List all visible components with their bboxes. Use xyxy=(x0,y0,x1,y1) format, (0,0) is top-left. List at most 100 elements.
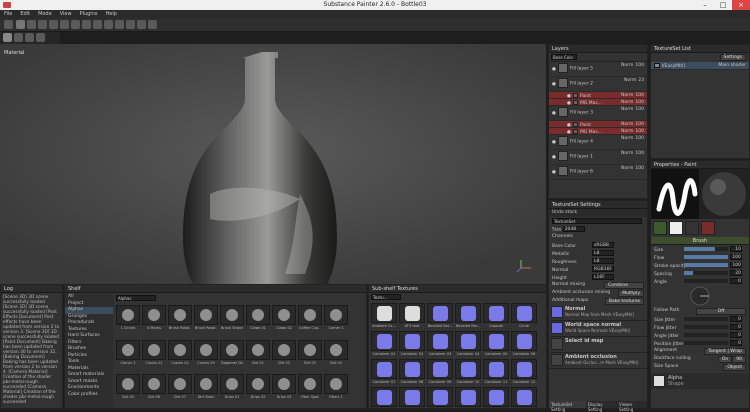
smudge-icon[interactable] xyxy=(60,20,69,29)
layer-opacity[interactable]: 100 xyxy=(635,63,644,68)
subshelf-item[interactable]: Circle xyxy=(511,303,537,328)
alignment-select[interactable]: Tangent | Wrap xyxy=(704,348,746,355)
mask-icon[interactable] xyxy=(137,20,146,29)
subshelf-item[interactable]: Container 12 xyxy=(511,359,537,384)
size-select[interactable]: 2048 xyxy=(562,226,585,232)
subshelf-item[interactable]: Container 16 xyxy=(455,387,481,407)
subshelf-item[interactable]: Container 09 xyxy=(427,359,453,384)
layer-row[interactable]: ● Fill layer 3 100 Norm xyxy=(549,106,647,121)
map-row[interactable]: Normal Normal Map from Mesh VEasyMtl() xyxy=(549,305,647,321)
layer-blend[interactable]: Norm xyxy=(621,129,633,134)
symmetry-icon[interactable] xyxy=(3,33,12,42)
stencil-slot[interactable] xyxy=(685,221,699,235)
shelf-item[interactable]: Dirt 03 xyxy=(298,339,322,365)
textureset-item[interactable]: VEasyMtl() Main shader xyxy=(651,62,749,70)
clone-icon[interactable] xyxy=(71,20,80,29)
map-row[interactable]: World space normal World Space Normals VE… xyxy=(549,321,647,337)
subshelf-item[interactable]: Container 06 xyxy=(511,331,537,356)
shelf-item[interactable]: Fibers 1 xyxy=(324,374,348,399)
shelf-item[interactable]: Claws 01 xyxy=(246,305,270,330)
material-picker-icon[interactable] xyxy=(93,20,102,29)
shelf-item[interactable]: Claws 02 xyxy=(272,305,296,330)
shelf-item[interactable]: Brush Stroke... xyxy=(220,305,244,330)
jitter-slider[interactable] xyxy=(684,333,728,337)
follow-path-toggle[interactable]: Off xyxy=(696,308,746,315)
layer-blend[interactable]: Norm xyxy=(621,107,633,112)
layer-blend[interactable]: Norm xyxy=(621,151,633,156)
tab-viewer-setting[interactable]: Viewer Setting xyxy=(617,401,647,412)
pen-icon[interactable] xyxy=(36,33,45,42)
channel-format[interactable]: L16F xyxy=(592,274,614,280)
layer-row[interactable]: ● MG Mas... 100 Norm xyxy=(549,128,647,135)
undo-stack-tab[interactable]: Undo stack xyxy=(549,209,647,217)
param-value[interactable]: 100 xyxy=(730,262,742,268)
jitter-slider[interactable] xyxy=(684,317,728,321)
layer-blend[interactable]: Norm xyxy=(621,100,633,105)
layer-row[interactable]: ● Paint 100 Norm xyxy=(549,92,647,99)
layer-opacity[interactable]: 100 xyxy=(635,136,644,141)
angle-dial[interactable] xyxy=(651,285,749,307)
shelf-item[interactable]: Dirt 07 xyxy=(168,374,192,399)
subshelf-search-input[interactable]: Textu... xyxy=(371,294,401,300)
settings-icon[interactable] xyxy=(4,20,13,29)
shelf-item[interactable]: Cracks 01 xyxy=(142,339,166,365)
alpha-slot[interactable] xyxy=(669,221,683,235)
shelf-item[interactable]: Drips 03 xyxy=(272,374,296,399)
shelf-item[interactable]: Brush Rotat... xyxy=(194,305,218,330)
textureset-shader[interactable]: Main shader xyxy=(718,63,746,68)
layer-row[interactable]: ● Fill layer 2 23 Norm xyxy=(549,77,647,92)
backface-value[interactable]: 90 xyxy=(732,356,746,363)
menu-help[interactable]: Help xyxy=(101,10,120,17)
subshelf-item[interactable]: Container 04 xyxy=(455,331,481,356)
map-row[interactable]: Ambient occlusion Ambient Occlus...m Mesh… xyxy=(549,353,647,369)
shelf-item[interactable]: Dirt 04 xyxy=(324,339,348,365)
close-icon[interactable]: × xyxy=(732,0,750,10)
ao-mixing-select[interactable]: Multiply xyxy=(618,290,644,297)
tab-display-setting[interactable]: Display Setting xyxy=(586,401,617,412)
settings-button[interactable]: Settings xyxy=(719,54,746,61)
bake-textures-button[interactable]: Bake textures xyxy=(604,298,644,305)
layer-blend[interactable]: Norm xyxy=(621,136,633,141)
brush-slot[interactable] xyxy=(653,221,667,235)
shelf-item[interactable]: Dirt 01 xyxy=(246,339,270,365)
shelf-item[interactable]: Dirt 06 xyxy=(142,374,166,399)
projection-icon[interactable] xyxy=(38,20,47,29)
camera-icon[interactable] xyxy=(104,20,113,29)
layer-opacity[interactable]: 100 xyxy=(635,129,644,134)
layer-opacity[interactable]: 100 xyxy=(635,107,644,112)
subshelf-item[interactable]: Container 17 xyxy=(483,387,509,407)
param-value[interactable]: 10 xyxy=(730,246,742,252)
layer-opacity[interactable]: 100 xyxy=(635,122,644,127)
layer-opacity[interactable]: 100 xyxy=(635,166,644,171)
menu-edit[interactable]: Edit xyxy=(16,10,34,17)
size-space-select[interactable]: Object xyxy=(723,364,746,371)
eraser-icon[interactable] xyxy=(27,20,36,29)
visibility-icon[interactable]: ● xyxy=(552,140,556,145)
shelf-category[interactable]: Color profiles xyxy=(65,392,113,399)
layer-opacity[interactable]: 100 xyxy=(635,93,644,98)
layer-opacity[interactable]: 23 xyxy=(638,78,644,83)
layer-blend[interactable]: Norm xyxy=(624,78,636,83)
channel-format[interactable]: RGB16F xyxy=(592,266,614,272)
3d-viewport[interactable] xyxy=(0,44,546,284)
channel-format[interactable]: sRGB8 xyxy=(592,242,614,248)
shelf-item[interactable]: Dirt 05 xyxy=(116,374,140,399)
layer-blend[interactable]: Norm xyxy=(621,122,633,127)
backface-toggle[interactable]: On xyxy=(717,356,733,363)
normal-mixing-select[interactable]: Combine xyxy=(604,282,644,289)
shelf-item[interactable]: Drips 02 xyxy=(246,374,270,399)
shelf-item[interactable]: Corner 2 xyxy=(116,339,140,365)
layer-row[interactable]: ● Paint 100 Norm xyxy=(549,121,647,128)
maximize-icon[interactable]: □ xyxy=(714,0,732,10)
map-row[interactable]: Select id map xyxy=(549,337,647,353)
tab-textureset-setting[interactable]: TextureSet Setting xyxy=(549,401,586,412)
visibility-icon[interactable]: ● xyxy=(552,155,556,160)
visibility-icon[interactable]: ● xyxy=(552,82,556,87)
polygon-fill-icon[interactable] xyxy=(126,20,135,29)
layer-row[interactable]: ● Fill layer 5 100 Norm xyxy=(549,62,647,77)
shelf-item[interactable]: Corner 1 xyxy=(324,305,348,330)
menu-view[interactable]: View xyxy=(56,10,76,17)
layer-row[interactable]: ● MG Mas... 100 Norm xyxy=(549,99,647,106)
subshelf-item[interactable]: Container 03 xyxy=(427,331,453,356)
textureset-name-input[interactable]: TextureSet xyxy=(552,218,642,224)
